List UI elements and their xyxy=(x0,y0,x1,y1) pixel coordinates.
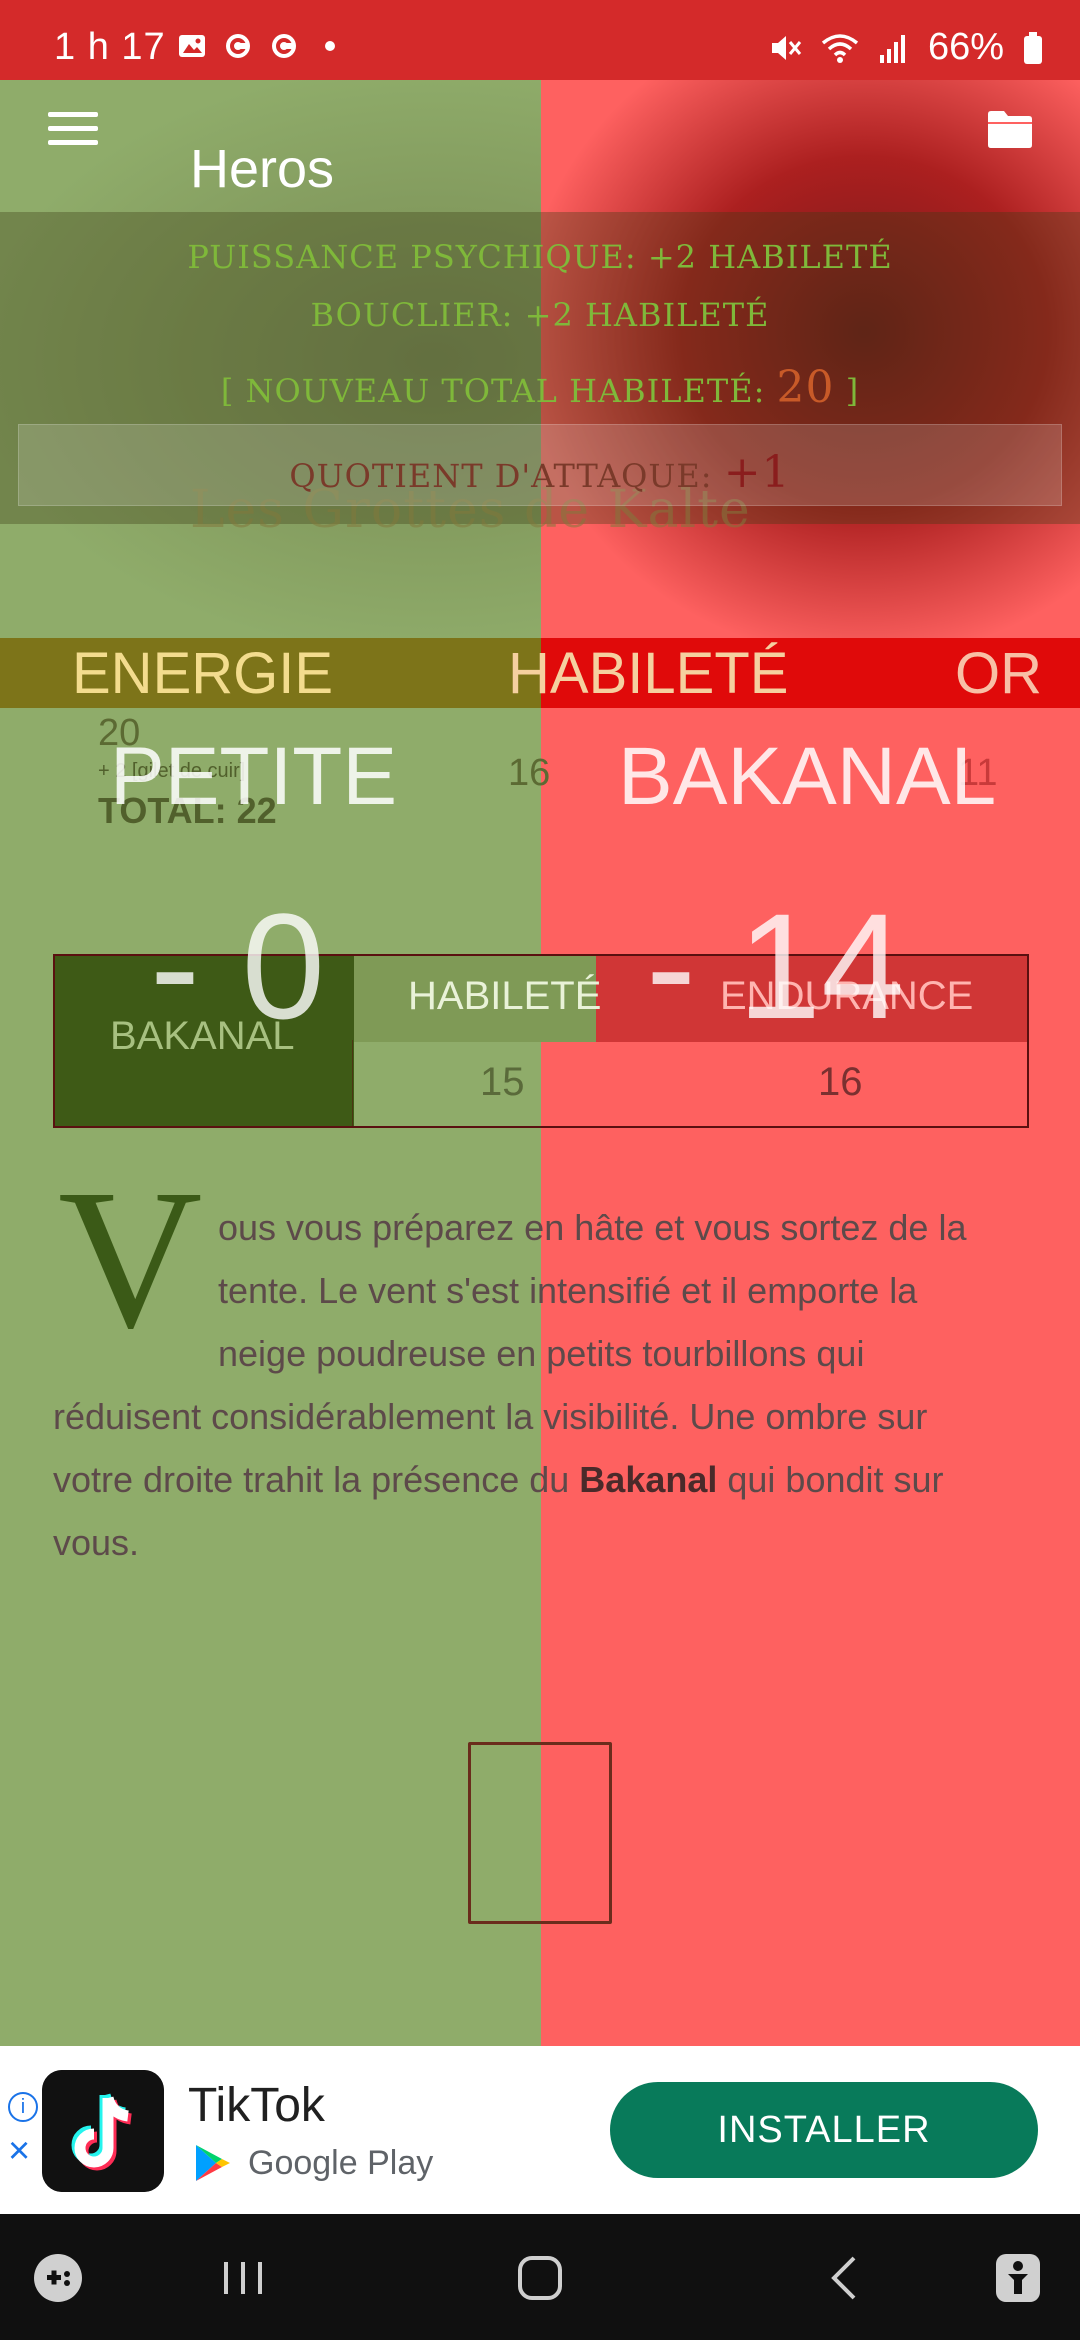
energie-label: ENERGIE xyxy=(72,641,334,706)
ad-close-icon[interactable]: × xyxy=(8,2130,30,2173)
google-play-icon xyxy=(196,2145,230,2181)
ad-info-icon[interactable]: i xyxy=(8,2092,38,2122)
narrative-line: vous. xyxy=(53,1522,140,1563)
status-bar: 1 h 17 66% xyxy=(0,0,1080,80)
signal-icon xyxy=(879,34,905,63)
new-total-suffix: ] xyxy=(834,372,860,410)
narrative-enemy-name: Bakanal xyxy=(579,1459,718,1500)
enemy-habilete-header: HABILETÉ xyxy=(408,974,602,1018)
recent-apps-icon[interactable] xyxy=(216,2250,270,2306)
battery-icon xyxy=(1024,31,1042,64)
ad-app-name[interactable]: TikTok xyxy=(188,2078,325,2133)
bonus-shield: BOUCLIER: +2 HABILETÉ xyxy=(310,296,770,334)
table-divider xyxy=(352,1040,353,1128)
narrative-dropcap: V xyxy=(58,1149,203,1370)
narrative-line: réduisent considérablement la visibilité… xyxy=(53,1396,928,1437)
damage-right: - 14 xyxy=(646,882,905,1050)
narrative-text: qui bondit sur xyxy=(717,1459,944,1500)
notification-icons xyxy=(176,30,346,62)
system-icons: 66% xyxy=(768,26,1044,69)
or-label: OR xyxy=(955,641,1042,706)
narrative-line: tente. Le vent s'est intensifié et il em… xyxy=(218,1270,918,1311)
status-time: 1 h 17 xyxy=(54,26,166,68)
back-icon[interactable] xyxy=(820,2250,874,2306)
enemy-habilete-value: 15 xyxy=(480,1060,525,1104)
enemy-endurance-value: 16 xyxy=(818,1060,863,1104)
accessibility-icon[interactable] xyxy=(990,2250,1046,2306)
damage-left: - 0 xyxy=(150,882,326,1050)
app-title: Heros xyxy=(190,139,335,199)
narrative-line: votre droite trahit la présence du Bakan… xyxy=(53,1448,944,1511)
wifi-icon xyxy=(821,33,859,63)
sync-icon xyxy=(272,34,296,58)
new-total-value: 20 xyxy=(776,362,835,413)
game-launcher-icon[interactable] xyxy=(30,2250,86,2306)
narrative-line: ous vous préparez en hâte et vous sortez… xyxy=(218,1207,967,1248)
home-icon[interactable] xyxy=(510,2250,570,2306)
habilete-label: HABILETÉ xyxy=(508,641,789,706)
gallery-icon xyxy=(179,35,205,57)
menu-icon[interactable] xyxy=(48,112,98,148)
combatant-left-name: PETITE xyxy=(110,731,398,822)
sync-icon xyxy=(226,34,250,58)
mute-icon xyxy=(771,35,802,60)
narrative-text: votre droite trahit la présence du xyxy=(53,1459,580,1500)
new-total-prefix: [ NOUVEAU TOTAL HABILETÉ: xyxy=(220,372,777,410)
choice-box[interactable] xyxy=(468,1742,612,1924)
combatant-right-name: BAKANAL xyxy=(618,731,997,822)
ad-store-name: Google Play xyxy=(248,2144,434,2182)
dot-icon xyxy=(325,41,335,51)
attack-label: QUOTIENT D'ATTAQUE: xyxy=(289,457,724,495)
new-total-habilete: [ NOUVEAU TOTAL HABILETÉ: 20 ] xyxy=(0,362,1080,413)
install-button[interactable]: INSTALLER xyxy=(610,2082,1038,2178)
folder-icon[interactable] xyxy=(986,108,1034,150)
attack-quotient: QUOTIENT D'ATTAQUE: +1 xyxy=(18,424,1062,506)
narrative-line: neige poudreuse en petits tourbillons qu… xyxy=(218,1333,865,1374)
tiktok-logo-icon[interactable] xyxy=(42,2070,164,2192)
bonus-psychic: PUISSANCE PSYCHIQUE: +2 HABILETÉ xyxy=(187,238,893,276)
battery-percent: 66% xyxy=(927,26,1004,68)
attack-value: +1 xyxy=(723,447,791,498)
habilete-value: 16 xyxy=(508,752,551,794)
